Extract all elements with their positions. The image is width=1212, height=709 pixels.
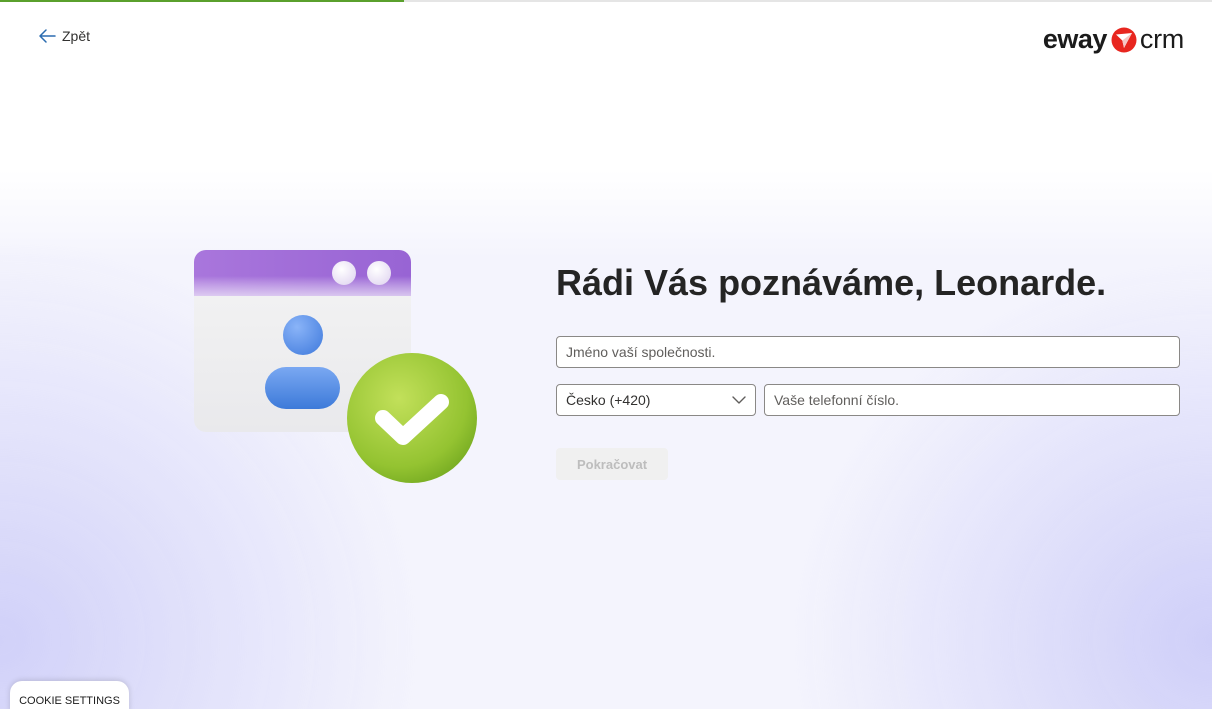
registration-illustration [194,250,477,483]
logo-mark-icon [1111,27,1137,52]
eway-crm-logo: eway crm [1043,24,1184,55]
checkmark-icon [347,353,477,483]
country-code-select[interactable]: Česko (+420) [556,384,756,416]
back-button[interactable]: Zpět [38,28,90,44]
logo-word-crm: crm [1139,24,1184,54]
chevron-down-icon [732,396,746,404]
arrow-left-icon [39,29,56,43]
progress-track [0,0,1212,2]
country-code-value: Česko (+420) [566,392,651,408]
continue-button[interactable]: Pokračovat [556,448,668,480]
back-label: Zpět [62,28,91,44]
cookie-settings-button[interactable]: COOKIE SETTINGS [10,681,129,709]
phone-number-input[interactable] [764,384,1180,416]
progress-bar [0,0,404,2]
page-title: Rádi Vás poznáváme, Leonarde. [556,262,1107,303]
logo-word-eway: eway [1042,24,1108,54]
company-name-input[interactable] [556,336,1180,368]
